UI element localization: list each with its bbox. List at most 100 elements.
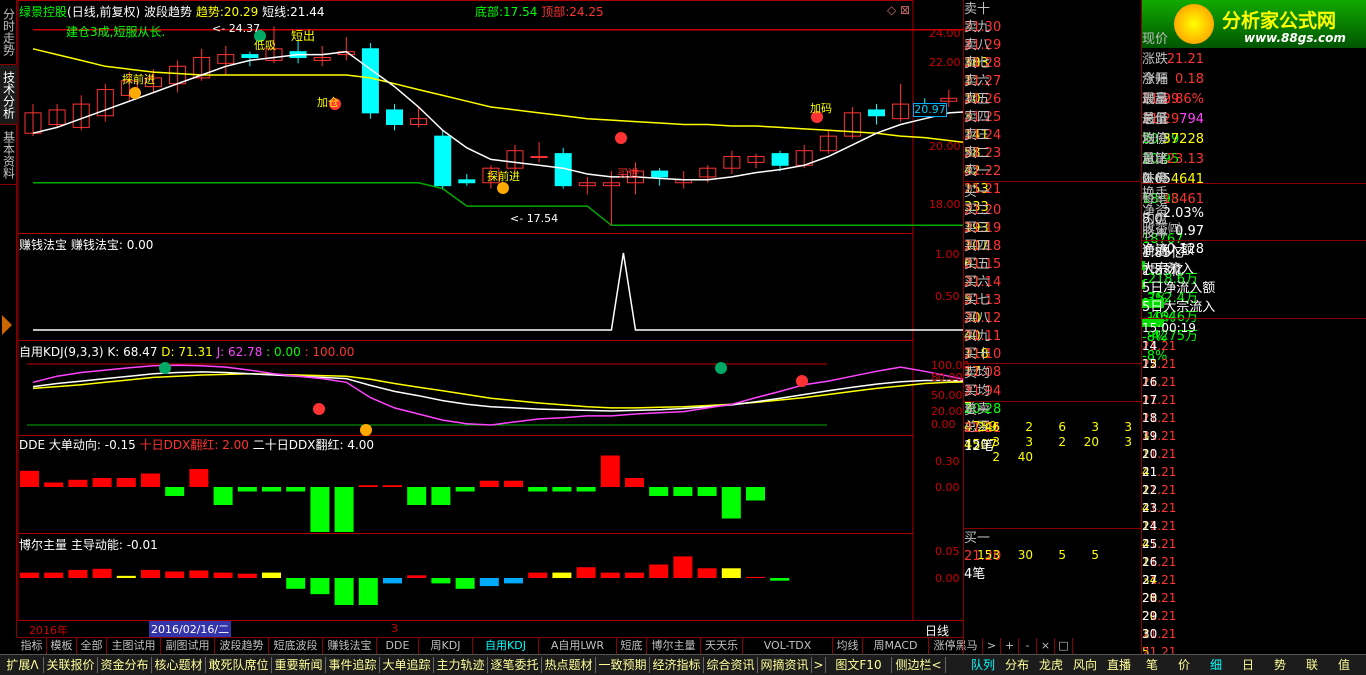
status-item-17[interactable]: 侧边栏< bbox=[892, 657, 946, 673]
indicator-tab-3[interactable]: 主图试用 bbox=[107, 638, 161, 655]
bid-row-3[interactable]: 买四 21.15 21 bbox=[964, 238, 1142, 290]
dde-bar-3 bbox=[92, 478, 112, 487]
ask-row-6[interactable]: 卖四 21.24 58 bbox=[964, 109, 1142, 161]
avg-row-0: 卖均 21.94 总卖 4739 bbox=[964, 365, 1142, 435]
indicator-tab-1[interactable]: 模板 bbox=[47, 638, 77, 655]
ask-row-9[interactable]: 卖一 21.21 333 bbox=[964, 163, 1142, 215]
window-controls[interactable]: ◇ ⊠ bbox=[887, 3, 910, 17]
status-item-6[interactable]: 事件追踪 bbox=[326, 657, 380, 673]
bid-row-2[interactable]: 买三 21.18 61 bbox=[964, 220, 1142, 272]
indicator-tab-0[interactable]: 指标 bbox=[17, 638, 47, 655]
info2-label: 换手 bbox=[1142, 186, 1169, 201]
zqfb-value: 0.00 bbox=[126, 238, 154, 252]
status-item-8[interactable]: 主力轨迹 bbox=[434, 657, 488, 673]
ask-row-8[interactable]: 卖二 21.22 153 bbox=[964, 145, 1142, 197]
flow-row-1: 大宗流入-752.4万-10% bbox=[1142, 260, 1366, 326]
sell1-queue-cell: 246 bbox=[977, 420, 1000, 434]
bid-row-5[interactable]: 买六 21.13 20 bbox=[964, 274, 1142, 326]
chart-canvas[interactable] bbox=[17, 0, 963, 637]
low-marker: <- 17.54 bbox=[510, 212, 559, 225]
boer-bar-9 bbox=[237, 573, 257, 578]
info-row-0: 现价 21.21 今开 21.29 bbox=[1142, 30, 1366, 107]
side-tab-7[interactable]: 细 bbox=[1200, 657, 1232, 673]
bid-row-0[interactable]: 买一 21.20 193 bbox=[964, 184, 1142, 236]
tab-intraday[interactable]: 分时走势 bbox=[0, 0, 17, 65]
quote-divider-1 bbox=[964, 181, 1142, 182]
bid-row-9[interactable]: 买十 21.08 ⇟ 7 bbox=[964, 346, 1142, 416]
boer-bar-22 bbox=[552, 572, 572, 578]
tick-row-11: 24 21.21 1 bbox=[1142, 517, 1366, 569]
status-item-11[interactable]: 一致预期 bbox=[596, 657, 650, 673]
status-item-14[interactable]: 网摘资讯 bbox=[758, 657, 812, 673]
tab-technical[interactable]: 技术分析 bbox=[0, 65, 17, 125]
side-tab-1[interactable]: 分布 bbox=[1000, 657, 1034, 673]
ask-label: 卖十 bbox=[964, 2, 991, 17]
side-tab-4[interactable]: 直播 bbox=[1102, 657, 1136, 673]
side-tab-10[interactable]: 联 bbox=[1296, 657, 1328, 673]
sell1-queue-cell: 3 bbox=[1025, 435, 1033, 449]
side-tab-9[interactable]: 势 bbox=[1264, 657, 1296, 673]
side-tab-0[interactable]: 队列 bbox=[966, 657, 1000, 673]
indicator-tab-11[interactable]: A自用LWR bbox=[539, 638, 617, 655]
side-tab-3[interactable]: 风向 bbox=[1068, 657, 1102, 673]
status-item-7[interactable]: 大单追踪 bbox=[380, 657, 434, 673]
bid-row-4[interactable]: 买五 21.14 5 bbox=[964, 256, 1142, 308]
status-item-16[interactable]: 图文F10 bbox=[826, 657, 892, 673]
ask-row-4[interactable]: 卖六 21.26 3 bbox=[964, 73, 1142, 125]
indicator-tab-15[interactable]: VOL-TDX bbox=[743, 638, 833, 655]
ask-row-7[interactable]: 卖三 21.23 42 bbox=[964, 127, 1142, 179]
bid-row-8[interactable]: 买九 21.10 17 bbox=[964, 328, 1142, 380]
status-item-4[interactable]: 敢死队席位 bbox=[206, 657, 272, 673]
status-item-0[interactable]: 扩展Λ bbox=[2, 657, 44, 673]
indicator-tab-9[interactable]: 周KDJ bbox=[419, 638, 473, 655]
indicator-tab-4[interactable]: 副图试用 bbox=[161, 638, 215, 655]
side-tab-8[interactable]: 日 bbox=[1232, 657, 1264, 673]
side-tab-2[interactable]: 龙虎 bbox=[1034, 657, 1068, 673]
status-item-12[interactable]: 经济指标 bbox=[650, 657, 704, 673]
side-tab-12[interactable]: 筹 bbox=[1360, 657, 1366, 673]
indicator-tab-6[interactable]: 短底波段 bbox=[269, 638, 323, 655]
bid-row-6[interactable]: 买七 21.12 40 bbox=[964, 292, 1142, 344]
indicator-tab-5[interactable]: 波段趋势 bbox=[215, 638, 269, 655]
boer-bar-19 bbox=[479, 578, 499, 587]
bid-row-1[interactable]: 买二 21.19 107 bbox=[964, 202, 1142, 254]
ask-row-0[interactable]: 卖十 21.30 ⇞ 183 bbox=[964, 1, 1142, 71]
indicator-tab-2[interactable]: 全部 bbox=[77, 638, 107, 655]
indicator-tab-14[interactable]: 天天乐 bbox=[701, 638, 743, 655]
status-item-10[interactable]: 热点题材 bbox=[542, 657, 596, 673]
indicator-tab-16[interactable]: 均线 bbox=[833, 638, 863, 655]
status-item-1[interactable]: 关联报价 bbox=[44, 657, 98, 673]
tick-row-14: 27 21.21 20 bbox=[1142, 571, 1366, 623]
indicator-tab-12[interactable]: 短底 bbox=[617, 638, 647, 655]
info-label: 总量 bbox=[1142, 112, 1169, 127]
collapse-arrow-icon[interactable] bbox=[2, 315, 12, 335]
top-value: 24.25 bbox=[569, 5, 604, 19]
indicator-tab-7[interactable]: 赚钱法宝 bbox=[323, 638, 377, 655]
buy1-queue-cell: 5 bbox=[1091, 548, 1099, 562]
bid-row-7[interactable]: 买八 21.11 118 bbox=[964, 310, 1142, 362]
status-item-15[interactable]: > bbox=[812, 657, 826, 673]
boer-bar-11 bbox=[286, 578, 306, 589]
tab-fundamental[interactable]: 基本资料 bbox=[0, 125, 17, 185]
status-item-3[interactable]: 核心题材 bbox=[152, 657, 206, 673]
tick-row-15: 28 21.21 1 bbox=[1142, 589, 1366, 641]
status-item-2[interactable]: 资金分布 bbox=[98, 657, 152, 673]
indicator-tab-13[interactable]: 博尔主量 bbox=[647, 638, 701, 655]
ask-row-2[interactable]: 卖八 21.28 11 bbox=[964, 37, 1142, 89]
side-tab-5[interactable]: 笔 bbox=[1136, 657, 1168, 673]
ask-row-3[interactable]: 卖七 21.27 10 bbox=[964, 55, 1142, 107]
indicator-tab-8[interactable]: DDE bbox=[377, 638, 419, 655]
side-tab-6[interactable]: 价 bbox=[1168, 657, 1200, 673]
sell1-queue-head: 卖一 21.21 12笔 bbox=[964, 402, 1142, 454]
indicator-name: 波段趋势 bbox=[144, 5, 193, 19]
side-tab-11[interactable]: 值 bbox=[1328, 657, 1360, 673]
status-item-5[interactable]: 重要新闻 bbox=[272, 657, 326, 673]
indicator-tab-10[interactable]: 自用KDJ bbox=[473, 638, 539, 655]
status-item-9[interactable]: 逐笔委托 bbox=[488, 657, 542, 673]
dde-bar-16 bbox=[407, 487, 427, 505]
indicator-tab-17[interactable]: 周MACD bbox=[863, 638, 929, 655]
ask-row-5[interactable]: 卖五 21.25 141 bbox=[964, 91, 1142, 143]
boer-bar-4 bbox=[116, 575, 136, 578]
ask-row-1[interactable]: 卖九 21.29 30 bbox=[964, 19, 1142, 71]
status-item-13[interactable]: 综合资讯 bbox=[704, 657, 758, 673]
